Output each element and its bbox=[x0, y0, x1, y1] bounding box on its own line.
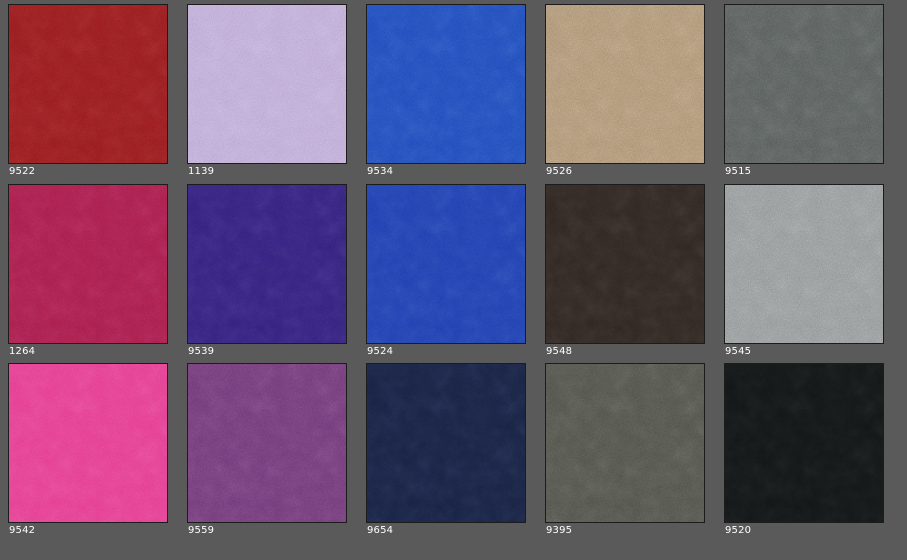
color-swatch bbox=[545, 4, 705, 164]
swatch-code: 9539 bbox=[188, 346, 215, 357]
swatch-card[interactable]: 9559 bbox=[187, 363, 349, 541]
swatch-code: 9515 bbox=[725, 166, 752, 177]
color-swatch bbox=[8, 4, 168, 164]
swatch-code: 9520 bbox=[725, 525, 752, 536]
color-swatch bbox=[366, 4, 526, 164]
color-swatch bbox=[187, 184, 347, 344]
color-swatch bbox=[724, 363, 884, 523]
swatch-code: 9395 bbox=[546, 525, 573, 536]
swatch-code: 9559 bbox=[188, 525, 215, 536]
color-swatch bbox=[545, 363, 705, 523]
color-swatch bbox=[545, 184, 705, 344]
color-swatch bbox=[724, 4, 884, 164]
swatch-code: 9545 bbox=[725, 346, 752, 357]
color-swatch bbox=[366, 184, 526, 344]
swatch-code: 9542 bbox=[9, 525, 36, 536]
swatch-code: 9524 bbox=[367, 346, 394, 357]
color-swatch bbox=[8, 363, 168, 523]
swatch-card[interactable]: 9520 bbox=[724, 363, 886, 541]
swatch-code: 9534 bbox=[367, 166, 394, 177]
color-swatch bbox=[187, 363, 347, 523]
color-swatch bbox=[724, 184, 884, 344]
swatch-card[interactable]: 9534 bbox=[366, 4, 528, 182]
swatch-code: 1264 bbox=[9, 346, 36, 357]
swatch-card[interactable]: 9395 bbox=[545, 363, 707, 541]
swatch-card[interactable]: 9542 bbox=[8, 363, 170, 541]
swatch-card[interactable]: 9524 bbox=[366, 184, 528, 362]
swatch-card[interactable]: 1139 bbox=[187, 4, 349, 182]
swatch-code: 9654 bbox=[367, 525, 394, 536]
swatch-grid: 9522 1139 9534 9526 9515 1264 9539 9524 … bbox=[8, 4, 888, 544]
swatch-card[interactable]: 9545 bbox=[724, 184, 886, 362]
color-swatch bbox=[366, 363, 526, 523]
color-swatch bbox=[187, 4, 347, 164]
color-swatch bbox=[8, 184, 168, 344]
swatch-card[interactable]: 1264 bbox=[8, 184, 170, 362]
swatch-code: 9526 bbox=[546, 166, 573, 177]
swatch-code: 9522 bbox=[9, 166, 36, 177]
swatch-code: 9548 bbox=[546, 346, 573, 357]
swatch-card[interactable]: 9539 bbox=[187, 184, 349, 362]
swatch-card[interactable]: 9654 bbox=[366, 363, 528, 541]
swatch-card[interactable]: 9522 bbox=[8, 4, 170, 182]
swatch-card[interactable]: 9548 bbox=[545, 184, 707, 362]
swatch-code: 1139 bbox=[188, 166, 215, 177]
swatch-card[interactable]: 9526 bbox=[545, 4, 707, 182]
swatch-card[interactable]: 9515 bbox=[724, 4, 886, 182]
